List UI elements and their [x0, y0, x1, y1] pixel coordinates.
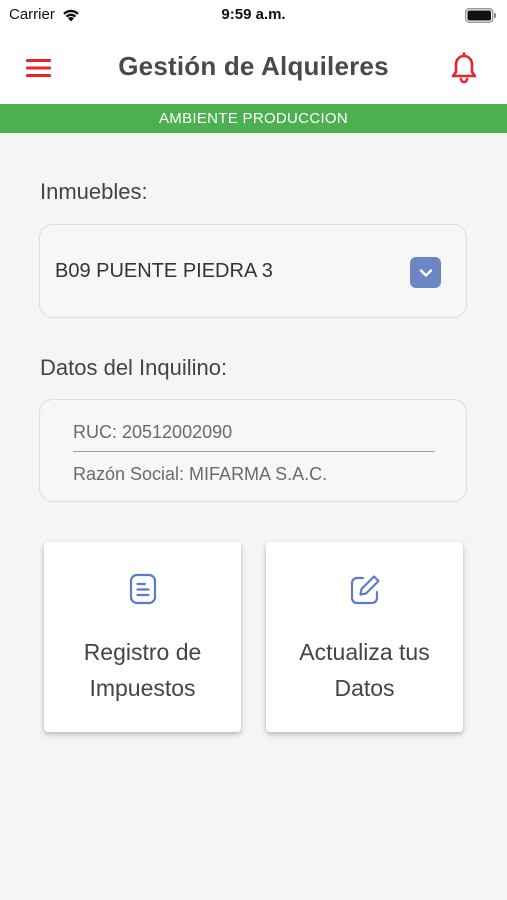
razon-social-field: Razón Social: MIFARMA S.A.C.: [73, 464, 328, 484]
bell-icon: [451, 52, 477, 84]
inmueble-selected-value: B09 PUENTE PIEDRA 3: [55, 260, 273, 282]
battery-icon: [465, 8, 497, 28]
chevron-down-icon: [419, 268, 432, 277]
registro-impuestos-label: Registro de Impuestos: [83, 639, 202, 701]
app-bar: Gestión de Alquileres: [0, 32, 507, 104]
actualiza-datos-card[interactable]: Actualiza tus Datos: [266, 542, 463, 732]
page-title: Gestión de Alquileres: [118, 51, 389, 81]
actualiza-datos-label: Actualiza tus Datos: [299, 639, 430, 701]
environment-banner: AMBIENTE PRODUCCION: [0, 104, 507, 133]
document-icon: [129, 573, 156, 605]
tenant-info-card: RUC: 20512002090 Razón Social: MIFARMA S…: [39, 399, 467, 502]
status-time: 9:59 a.m.: [221, 6, 286, 23]
status-bar: Carrier 9:59 a.m.: [0, 0, 507, 32]
inquilino-label: Datos del Inquilino:: [40, 355, 228, 380]
ruc-field: RUC: 20512002090: [73, 422, 435, 452]
inmuebles-label: Inmuebles:: [40, 179, 148, 204]
edit-icon: [350, 575, 380, 605]
dropdown-toggle[interactable]: [410, 257, 441, 288]
inmueble-dropdown[interactable]: B09 PUENTE PIEDRA 3: [39, 224, 467, 318]
registro-impuestos-card[interactable]: Registro de Impuestos: [44, 542, 241, 732]
notifications-button[interactable]: [449, 52, 479, 84]
